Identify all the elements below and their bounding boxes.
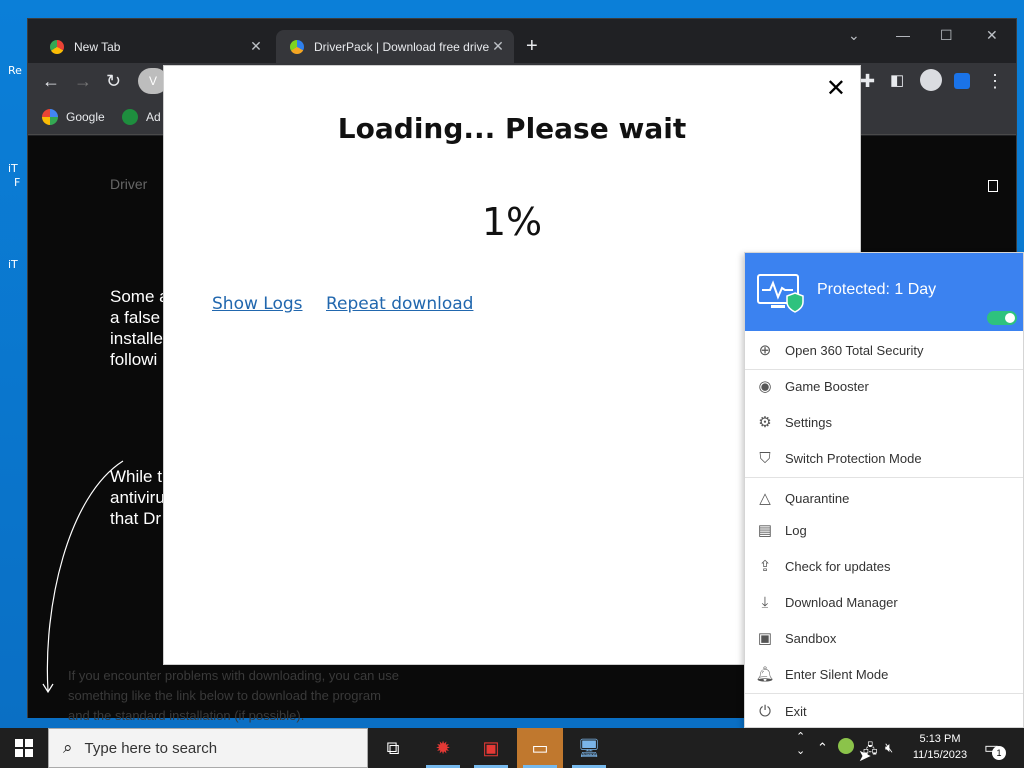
new-tab-button[interactable]: + <box>526 35 538 58</box>
box-icon: ▣ <box>757 630 773 647</box>
tab-strip: New Tab ✕ DriverPack | Download free dri… <box>28 19 1016 63</box>
close-icon[interactable]: ✕ <box>490 38 506 55</box>
monitor-shield-icon <box>757 274 804 313</box>
menu-item-game-booster[interactable]: ◉ Game Booster <box>745 371 1023 401</box>
scroll-arrows-icon[interactable]: ⌃ ⌄ <box>796 730 805 758</box>
task-view-icon[interactable]: ⧉ <box>370 728 416 768</box>
show-hidden-icons-chevron[interactable]: ⌃ <box>817 740 828 756</box>
protection-toggle[interactable] <box>987 311 1017 325</box>
google-icon <box>42 109 58 125</box>
bookmark-google[interactable]: Google <box>42 109 105 125</box>
upload-icon: ⇪ <box>758 558 772 575</box>
menu-item-log[interactable]: ▤ Log <box>745 515 1023 545</box>
menu-item-open-360[interactable]: ⊕ Open 360 Total Security <box>745 335 1023 365</box>
extensions-puzzle-icon[interactable]: ✚ <box>860 71 875 91</box>
progress-percent: 1% <box>481 200 543 244</box>
app-monitor-icon[interactable]: ▭ <box>517 728 563 768</box>
menu-divider <box>745 693 1023 694</box>
gamepad-icon: ◉ <box>758 378 772 395</box>
driverpack-icon <box>290 39 304 54</box>
site-brand: Driver <box>110 176 148 192</box>
search-placeholder: Type here to search <box>84 739 218 757</box>
repeat-download-link[interactable]: Repeat download <box>326 294 473 314</box>
tab-new-tab[interactable]: New Tab ✕ <box>36 30 272 63</box>
profile-avatar-icon[interactable] <box>920 69 942 91</box>
document-icon: ▤ <box>757 522 773 539</box>
tab-title: New Tab <box>74 39 121 54</box>
close-dialog-button[interactable]: ✕ <box>826 74 846 103</box>
menu-item-switch-protection[interactable]: ⛉ Switch Protection Mode <box>745 443 1023 473</box>
minimize-button[interactable]: — <box>896 27 910 43</box>
desktop-icon-label[interactable]: iT <box>8 258 18 271</box>
bookmark-label: Google <box>66 110 105 124</box>
protection-status: Protected: 1 Day <box>817 281 937 298</box>
menu-divider <box>745 369 1023 370</box>
360-tray-icon[interactable] <box>838 738 854 754</box>
protection-status-header: Protected: 1 Day <box>745 253 1023 331</box>
maximize-button[interactable]: ☐ <box>940 27 953 44</box>
curved-arrow-icon <box>42 460 124 694</box>
start-button[interactable] <box>0 728 48 768</box>
bell-icon: 🔔︎ <box>755 666 775 683</box>
plus-circle-icon: ⊕ <box>758 342 772 359</box>
screen-recorder-icon[interactable]: ▣ <box>468 728 514 768</box>
power-icon: ⏻ <box>759 702 771 720</box>
security-tray-menu: Protected: 1 Day ⊕ Open 360 Total Securi… <box>744 252 1024 728</box>
back-arrow-icon[interactable]: ← <box>42 71 60 91</box>
bookmark-label: Ad <box>146 110 161 124</box>
clock-date: 11/15/2023 <box>912 749 968 761</box>
menu-item-settings[interactable]: ⚙ Settings <box>745 407 1023 437</box>
page-corner-icon <box>988 180 998 192</box>
page-footer-text: If you encounter problems with downloadi… <box>68 668 399 723</box>
bookmark-green-icon <box>122 109 138 125</box>
menu-item-exit[interactable]: ⏻ Exit <box>745 696 1023 726</box>
close-icon[interactable]: ✕ <box>248 38 264 55</box>
menu-item-check-updates[interactable]: ⇪ Check for updates <box>745 551 1023 581</box>
mouse-cursor-icon: ➤ <box>858 748 872 765</box>
app-red-gear-icon[interactable]: ✹ <box>420 728 466 768</box>
search-icon: ⌕ <box>63 738 73 757</box>
show-logs-link[interactable]: Show Logs <box>212 294 303 314</box>
menu-divider <box>745 477 1023 478</box>
app-computer-icon[interactable]: 🖥︎ <box>566 728 612 768</box>
desktop-icon-label[interactable]: iT <box>8 162 18 175</box>
download-icon: ⤓ <box>761 593 769 611</box>
close-window-button[interactable]: ✕ <box>986 27 998 44</box>
forward-arrow-icon[interactable]: → <box>74 71 92 91</box>
bookmark-ad[interactable]: Ad <box>122 109 161 125</box>
desktop-icon-label[interactable]: Re <box>8 64 22 77</box>
clock-time: 5:13 PM <box>919 733 961 745</box>
extension-shield-icon[interactable] <box>954 73 970 89</box>
notification-center-icon[interactable]: ▭ 1 <box>984 738 1006 760</box>
system-clock[interactable]: 5:13 PM 11/15/2023 <box>905 731 975 763</box>
shield-bolt-icon: ⛉ <box>759 449 771 467</box>
reload-icon[interactable]: ↻ <box>106 71 121 91</box>
dialog-title: Loading... Please wait <box>337 112 687 145</box>
menu-item-download-manager[interactable]: ⤓ Download Manager <box>745 587 1023 617</box>
tab-driverpack[interactable]: DriverPack | Download free drive ✕ <box>276 30 514 63</box>
page-paragraph: Some a a false installe followi <box>110 287 169 369</box>
windows-logo-icon <box>15 739 33 757</box>
desktop-icon-label[interactable]: F <box>14 176 20 189</box>
chrome-icon <box>50 39 64 54</box>
tab-title: DriverPack | Download free drive <box>314 39 490 54</box>
menu-item-sandbox[interactable]: ▣ Sandbox <box>745 623 1023 653</box>
kebab-menu-icon[interactable]: ⋮ <box>986 71 1004 91</box>
menu-item-silent-mode[interactable]: 🔔︎ Enter Silent Mode <box>745 659 1023 689</box>
flask-icon: △ <box>759 490 771 507</box>
notification-count-badge: 1 <box>992 746 1006 760</box>
volume-muted-icon[interactable]: 🔇︎ <box>885 740 893 756</box>
gear-icon: ⚙ <box>758 414 772 431</box>
menu-item-quarantine[interactable]: △ Quarantine <box>745 483 1023 513</box>
chevron-down-icon[interactable]: ⌄ <box>848 27 860 44</box>
side-panel-icon[interactable]: ◧ <box>890 71 904 91</box>
taskbar-search-box[interactable]: ⌕ Type here to search <box>48 728 368 768</box>
